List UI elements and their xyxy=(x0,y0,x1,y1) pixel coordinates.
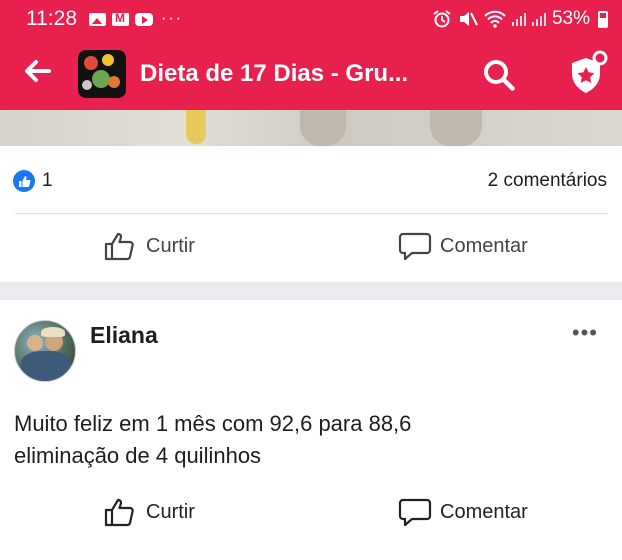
image-icon xyxy=(89,12,106,26)
post-reactions-row: 1 2 comentários xyxy=(0,146,622,214)
post1-action-row: Curtir Comentar xyxy=(0,214,622,278)
comment-label: Comentar xyxy=(440,234,528,257)
arrow-left-icon xyxy=(25,60,51,82)
comment-icon xyxy=(398,498,432,527)
reaction-count[interactable]: 1 xyxy=(42,170,53,192)
battery-icon xyxy=(598,10,608,28)
notification-icons xyxy=(89,11,153,26)
post2-action-row: Curtir Comentar xyxy=(0,480,622,544)
feed-separator xyxy=(0,282,622,300)
thumbs-up-icon xyxy=(104,498,134,527)
signal-icon-2 xyxy=(531,12,546,26)
post-text-line: Muito feliz em 1 mês com 92,6 para 88,6 xyxy=(14,411,412,436)
image-detail xyxy=(186,110,206,144)
wifi-icon xyxy=(484,10,506,28)
mail-icon xyxy=(112,11,129,26)
group-title[interactable]: Dieta de 17 Dias - Gru... xyxy=(140,60,408,88)
admin-tools-button[interactable] xyxy=(566,50,608,96)
shield-star-icon xyxy=(572,50,608,93)
image-detail-3 xyxy=(430,110,482,146)
search-button[interactable] xyxy=(482,58,516,92)
comment-button[interactable]: Comentar xyxy=(398,214,528,278)
status-bar: 11:28 ··· 53% xyxy=(0,0,622,38)
like-button[interactable]: Curtir xyxy=(104,214,195,278)
post-image-fragment[interactable] xyxy=(0,110,622,146)
app-bar: Dieta de 17 Dias - Gru... xyxy=(0,38,622,110)
mute-icon xyxy=(459,12,478,26)
battery-percent: 53% xyxy=(551,8,590,29)
comment-icon xyxy=(398,232,432,261)
like-button[interactable]: Curtir xyxy=(104,480,195,544)
youtube-icon xyxy=(135,12,153,26)
author-name[interactable]: Eliana xyxy=(90,322,158,349)
comment-label: Comentar xyxy=(440,500,528,523)
back-button[interactable] xyxy=(10,57,64,91)
post-options-button[interactable]: ••• xyxy=(572,320,598,346)
thumbs-up-icon xyxy=(104,232,134,261)
image-detail-2 xyxy=(300,110,346,146)
post-text: Muito feliz em 1 mês com 92,6 para 88,6 … xyxy=(14,408,604,472)
comment-button[interactable]: Comentar xyxy=(398,480,528,544)
post-text-line: eliminação de 4 quilinhos xyxy=(14,443,262,468)
group-avatar[interactable] xyxy=(78,50,126,98)
author-avatar[interactable] xyxy=(14,320,76,382)
status-right: 53% xyxy=(432,8,608,30)
search-icon xyxy=(484,60,515,91)
signal-icon xyxy=(511,12,526,26)
status-time: 11:28 xyxy=(26,7,77,30)
like-label: Curtir xyxy=(146,234,195,257)
comments-count[interactable]: 2 comentários xyxy=(488,170,607,192)
like-reaction-icon[interactable] xyxy=(13,170,35,192)
like-label: Curtir xyxy=(146,500,195,523)
alarm-icon xyxy=(433,10,451,28)
more-notifications-icon: ··· xyxy=(161,10,183,27)
